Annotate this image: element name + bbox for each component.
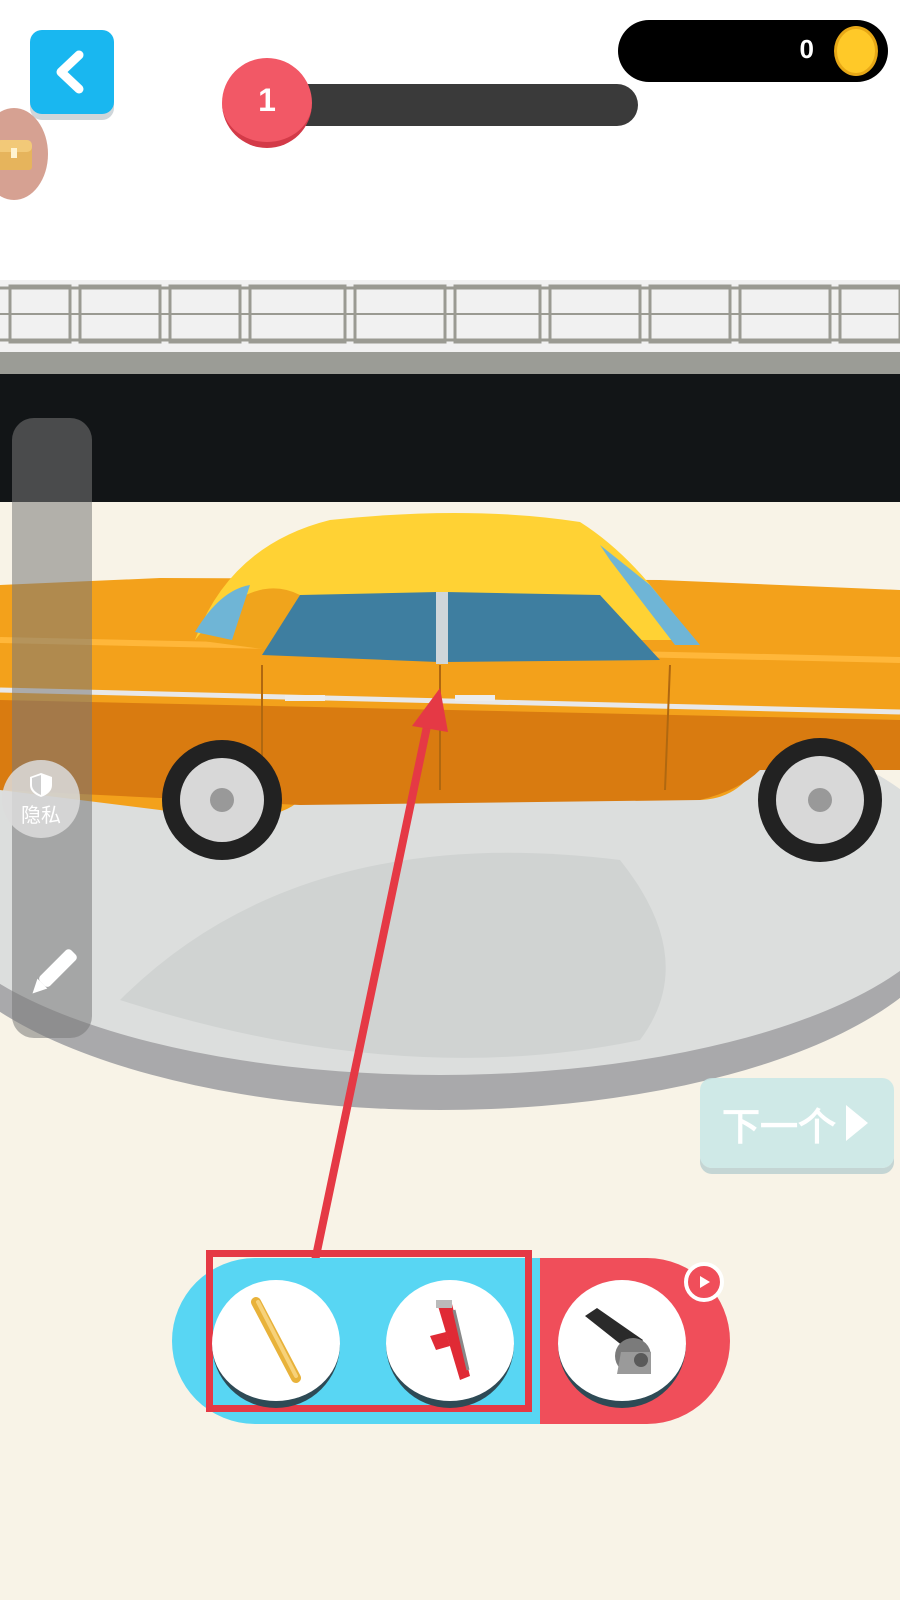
- watch-ad-badge: [684, 1262, 724, 1302]
- pen-icon[interactable]: [20, 940, 86, 1006]
- tool-hacksaw-button[interactable]: [386, 1280, 514, 1408]
- coin-count: 0: [799, 34, 814, 64]
- front-wheel: [758, 738, 882, 862]
- play-arrow-icon: [846, 1105, 869, 1141]
- coin-counter: 0: [618, 20, 888, 82]
- back-button[interactable]: [30, 30, 114, 114]
- tool-baseball-bat-button[interactable]: [212, 1280, 340, 1408]
- next-button[interactable]: 下一个: [700, 1078, 894, 1168]
- rear-wheel: [162, 740, 282, 860]
- dark-wall: [0, 374, 900, 502]
- tool-cannon-button[interactable]: [558, 1280, 686, 1408]
- baseball-bat-icon: [251, 1296, 301, 1383]
- privacy-button[interactable]: 隐私: [2, 760, 80, 838]
- level-progress-bar: [262, 84, 638, 126]
- cannon-icon: [585, 1307, 651, 1374]
- privacy-label: 隐私: [21, 804, 61, 827]
- next-button-label: 下一个: [722, 1106, 837, 1149]
- metal-fence: [0, 280, 900, 374]
- shield-icon: [30, 772, 52, 797]
- coin-icon: [834, 26, 878, 76]
- treasure-chest-icon: [0, 140, 32, 170]
- hacksaw-icon: [430, 1299, 470, 1380]
- level-progress: 1: [222, 58, 642, 150]
- play-icon: [700, 1276, 710, 1288]
- level-number-badge: 1: [222, 58, 312, 148]
- chevron-left-icon: [56, 50, 84, 94]
